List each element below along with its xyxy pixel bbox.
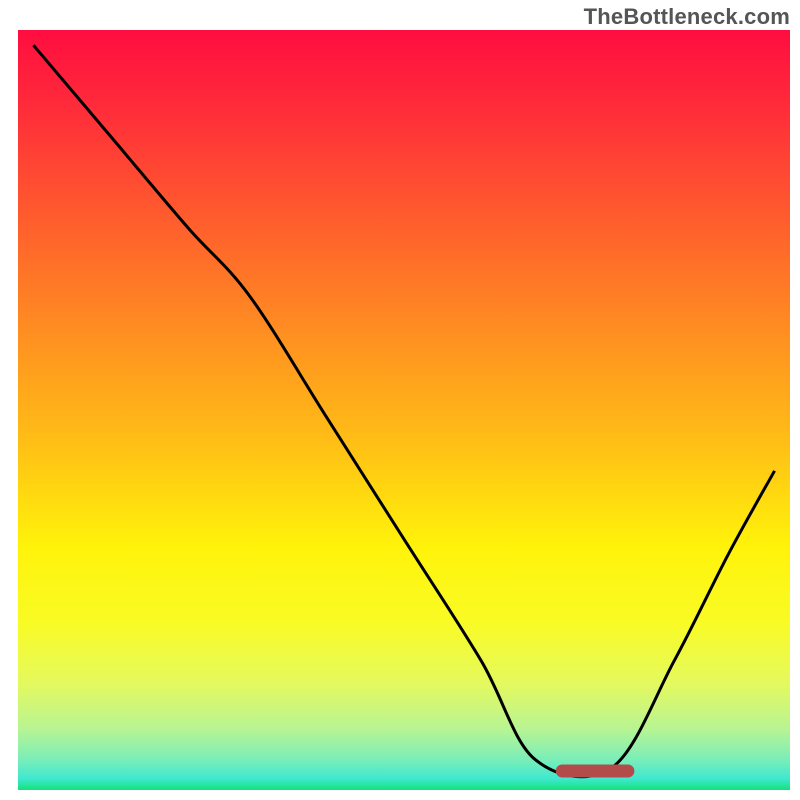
plot-background xyxy=(18,30,790,790)
chart-svg xyxy=(0,0,800,800)
bottleneck-chart: TheBottleneck.com xyxy=(0,0,800,800)
watermark-text: TheBottleneck.com xyxy=(584,4,790,30)
